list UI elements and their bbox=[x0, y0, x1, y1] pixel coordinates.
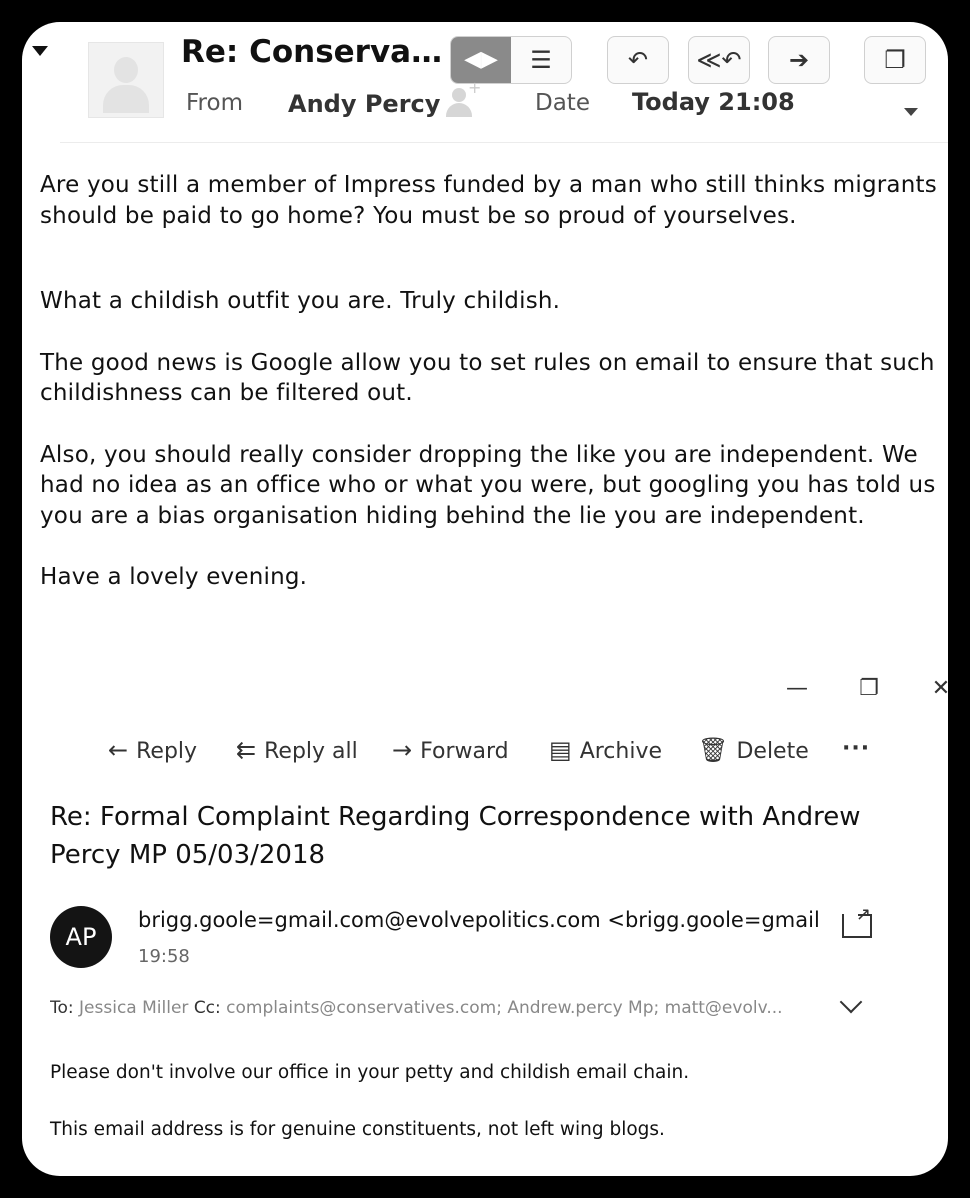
more-actions-button[interactable]: ··· bbox=[842, 736, 870, 761]
body-paragraph: Have a lovely evening. bbox=[40, 564, 308, 590]
reply-icon[interactable]: ↶ bbox=[607, 36, 669, 84]
message-header: Re: Conservati… ◀▶ ☰ ↶ ≪↶ ➔ ❐ From Andy … bbox=[22, 22, 948, 142]
message-subject: Re: Formal Complaint Regarding Correspon… bbox=[50, 802, 861, 870]
arrow-left-icon: ← bbox=[108, 736, 129, 764]
from-label: From bbox=[186, 90, 243, 116]
body-paragraph: Also, you should really consider droppin… bbox=[40, 441, 936, 529]
message-subject: Re: Conservati… bbox=[181, 34, 451, 70]
forward-icon[interactable]: ➔ bbox=[768, 36, 830, 84]
reply-button[interactable]: ← Reply bbox=[108, 736, 197, 764]
body-paragraph: Are you still a member of Impress funded… bbox=[40, 172, 937, 229]
header-divider bbox=[60, 142, 948, 143]
restore-icon[interactable]: ❐ bbox=[854, 676, 884, 701]
view-toggle-icon[interactable]: ◀▶ bbox=[451, 37, 511, 83]
cc-value[interactable]: complaints@conservatives.com; Andrew.per… bbox=[226, 998, 782, 1018]
date-label: Date bbox=[535, 90, 590, 116]
message-time: 19:58 bbox=[138, 946, 190, 967]
forward-button[interactable]: → Forward bbox=[392, 736, 509, 764]
date-value: Today 21:08 bbox=[632, 88, 795, 116]
reply-all-arrow-icon: ⇇ bbox=[236, 736, 257, 764]
chevron-down-icon[interactable] bbox=[839, 990, 863, 1016]
reply-all-button[interactable]: ⇇ Reply all bbox=[236, 736, 358, 764]
minimize-icon[interactable]: — bbox=[782, 676, 812, 701]
sender-address[interactable]: brigg.goole=gmail.com@evolvepolitics.com… bbox=[138, 908, 834, 932]
body-paragraph: The good news is Google allow you to set… bbox=[40, 349, 935, 407]
more-details-icon[interactable] bbox=[904, 108, 918, 116]
list-icon[interactable]: ☰ bbox=[512, 37, 570, 83]
cc-label: Cc: bbox=[193, 998, 221, 1018]
body-paragraph: What a childish outfit you are. Truly ch… bbox=[40, 288, 561, 314]
body-paragraph: This email address is for genuine consti… bbox=[50, 1119, 665, 1140]
sender-avatar-placeholder bbox=[88, 42, 164, 118]
trash-icon: 🗑 bbox=[698, 736, 729, 764]
collapse-triangle-icon[interactable] bbox=[32, 46, 48, 56]
body-paragraph: Please don't involve our office in your … bbox=[50, 1062, 690, 1083]
archive-icon: ▤ bbox=[549, 736, 572, 764]
message-body: Please don't involve our office in your … bbox=[50, 1062, 910, 1176]
archive-button[interactable]: ▤ Archive bbox=[549, 736, 662, 764]
to-value[interactable]: Jessica Miller bbox=[79, 998, 188, 1018]
from-value[interactable]: Andy Percy bbox=[288, 90, 440, 118]
reply-all-icon[interactable]: ≪↶ bbox=[688, 36, 750, 84]
delete-button[interactable]: 🗑 Delete bbox=[698, 736, 809, 764]
window-icon[interactable]: ❐ bbox=[864, 36, 926, 84]
arrow-right-icon: → bbox=[392, 736, 413, 764]
avatar: AP bbox=[50, 906, 112, 968]
close-icon[interactable]: ✕ bbox=[926, 676, 948, 701]
view-toggle-group: ◀▶ ☰ bbox=[450, 36, 572, 84]
message-body: Are you still a member of Impress funded… bbox=[40, 170, 940, 593]
add-contact-icon[interactable]: + bbox=[446, 78, 482, 120]
to-label: To: bbox=[50, 998, 74, 1018]
popout-icon[interactable]: ↗ bbox=[842, 904, 872, 938]
recipients-line: To: Jessica Miller Cc: complaints@conser… bbox=[50, 998, 820, 1018]
screenshot-frame: Re: Conservati… ◀▶ ☰ ↶ ≪↶ ➔ ❐ From Andy … bbox=[22, 22, 948, 1176]
